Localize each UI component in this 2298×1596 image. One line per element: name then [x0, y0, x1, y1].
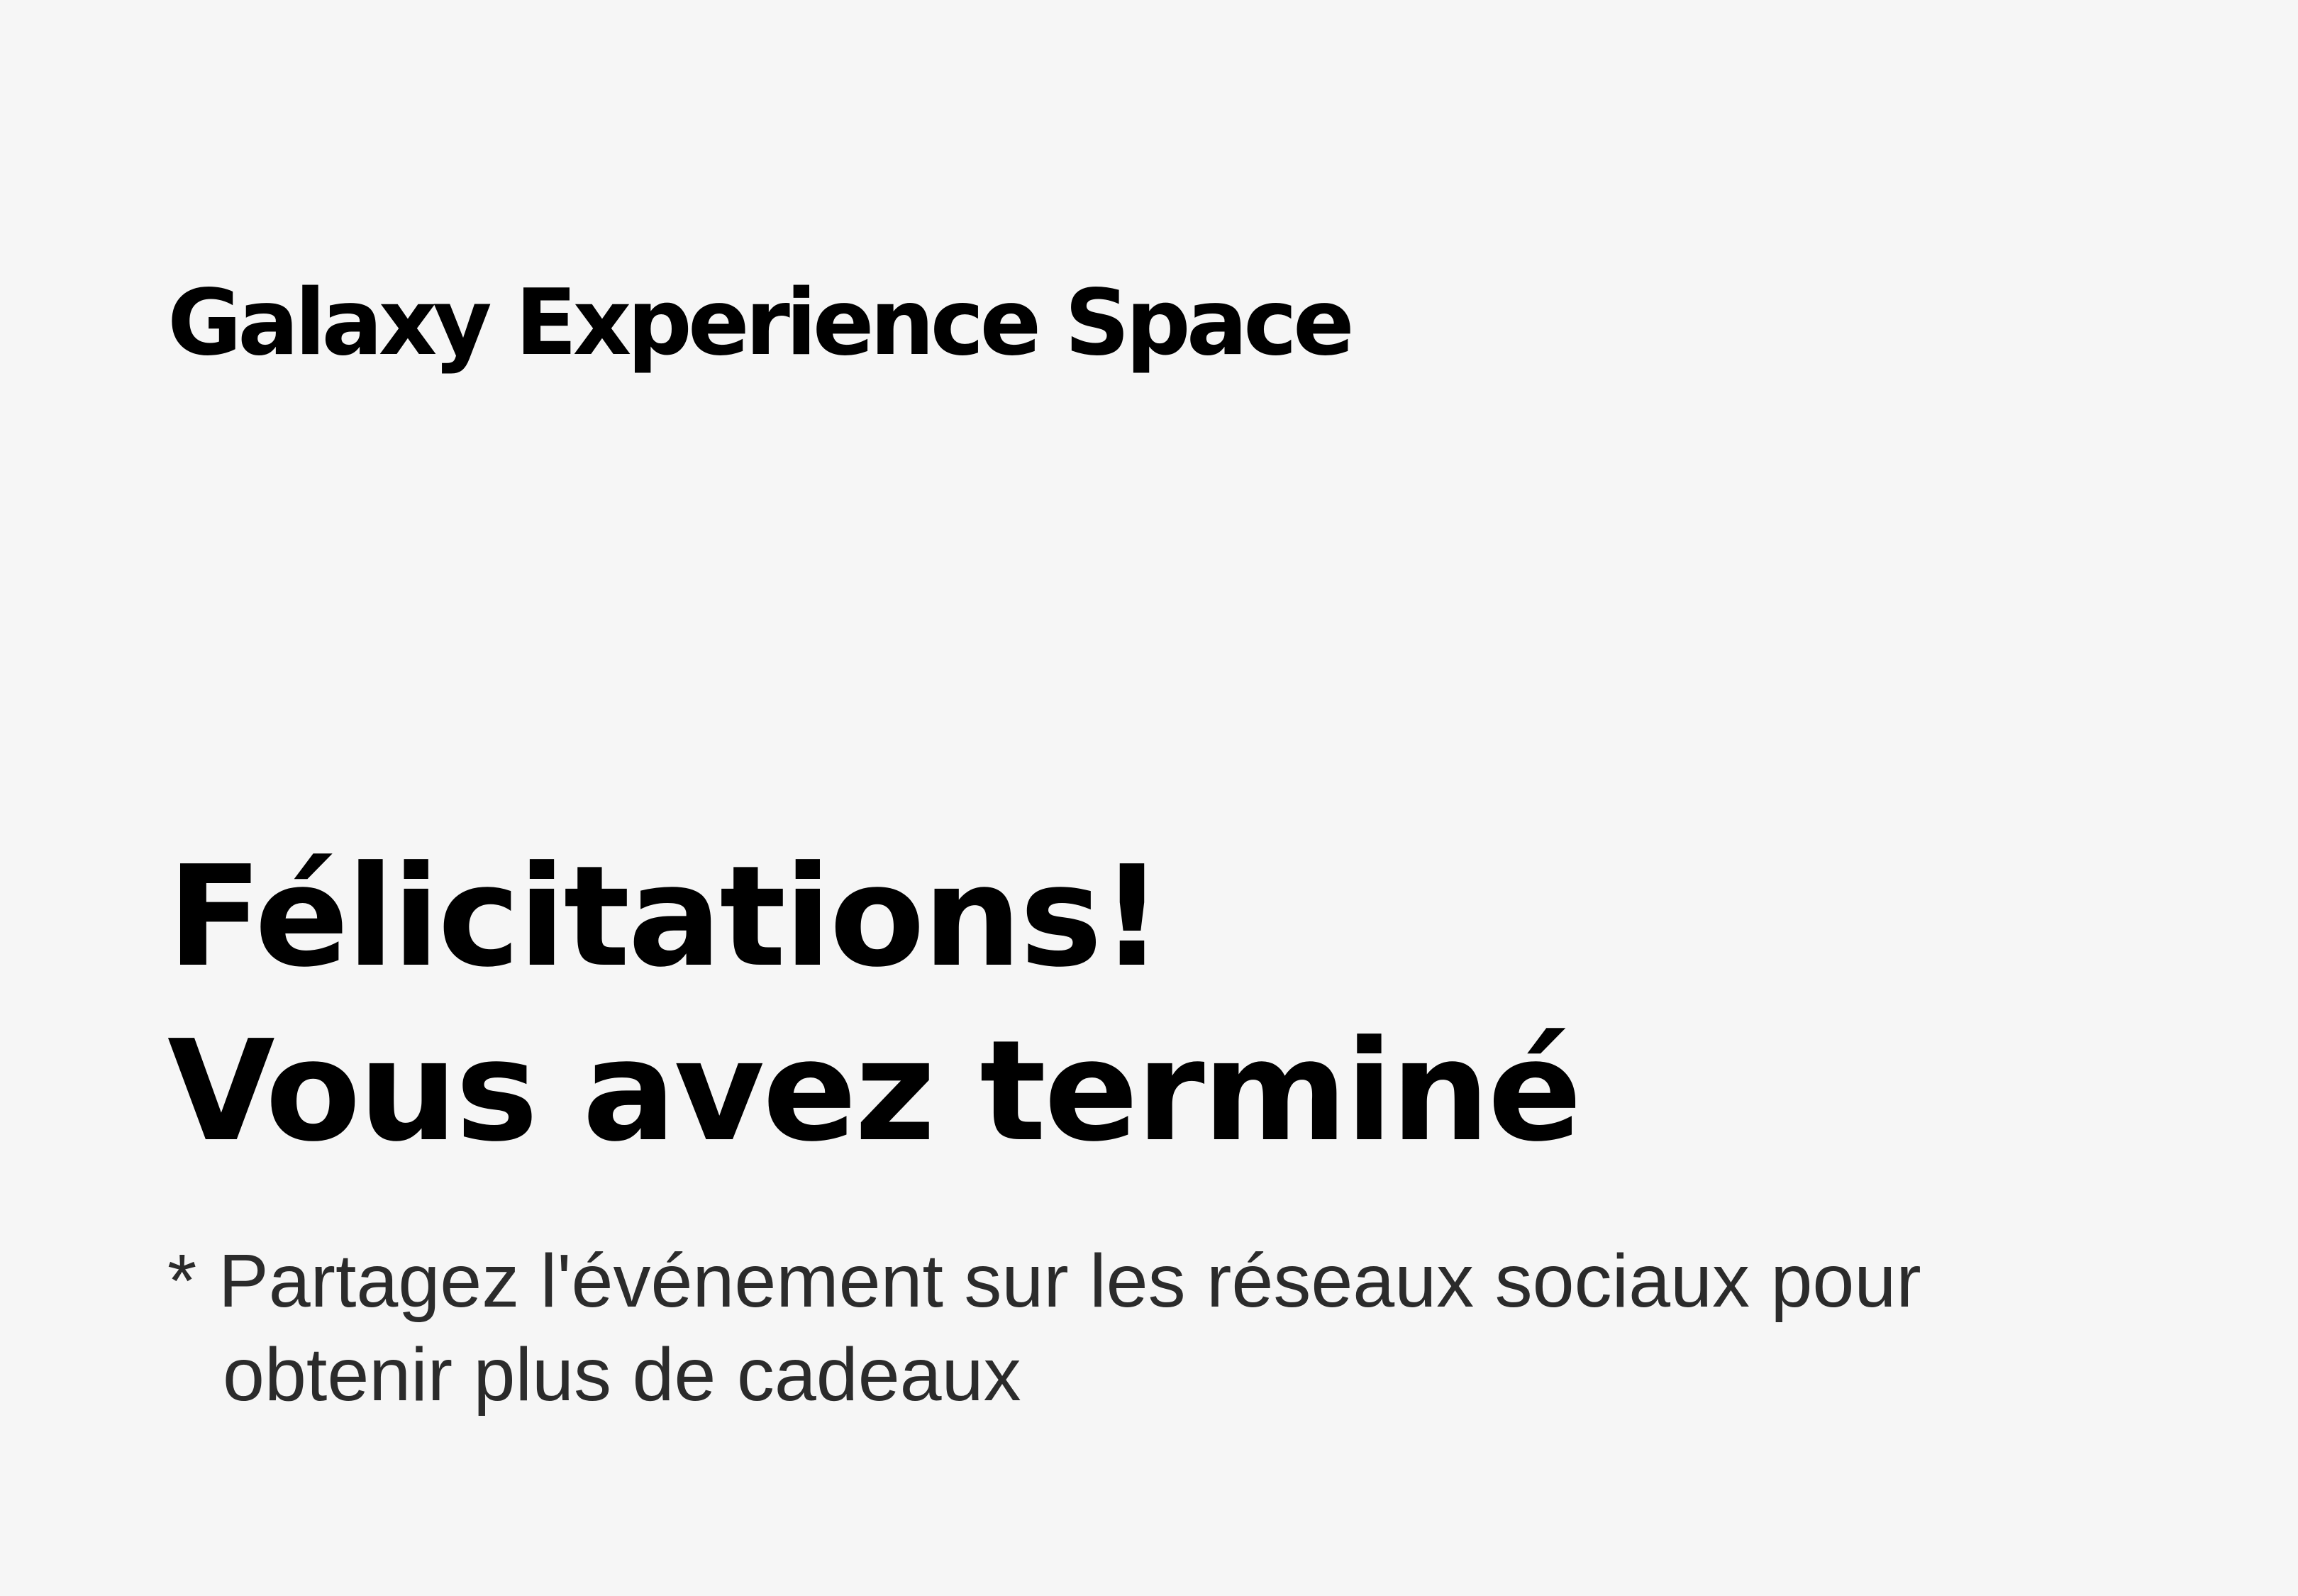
brand-logo-text: Galaxy Experience Space — [167, 270, 1355, 376]
completion-headline: Félicitations! Vous avez terminé — [167, 830, 1582, 1179]
note-line-1: Partagez l'événement sur les réseaux soc… — [218, 1239, 1921, 1323]
headline-congrats: Félicitations! — [167, 836, 1164, 998]
headline-finished: Vous avez terminé — [167, 1011, 1582, 1173]
share-note: * Partagez l'événement sur les réseaux s… — [167, 1234, 2040, 1422]
note-text: Partagez l'événement sur les réseaux soc… — [218, 1234, 1921, 1422]
note-asterisk: * — [167, 1239, 197, 1323]
note-line-2: obtenir plus de cadeaux — [223, 1333, 1021, 1417]
